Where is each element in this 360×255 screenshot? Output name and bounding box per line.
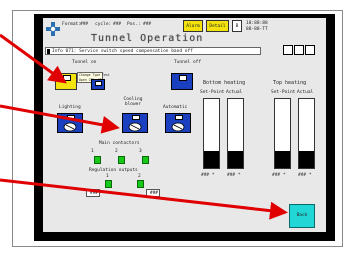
annotation-arrows <box>0 33 288 220</box>
arrow-to-cooling <box>0 104 120 134</box>
arrow-to-tunnel-on <box>0 33 67 84</box>
arrow-to-back <box>0 178 288 220</box>
